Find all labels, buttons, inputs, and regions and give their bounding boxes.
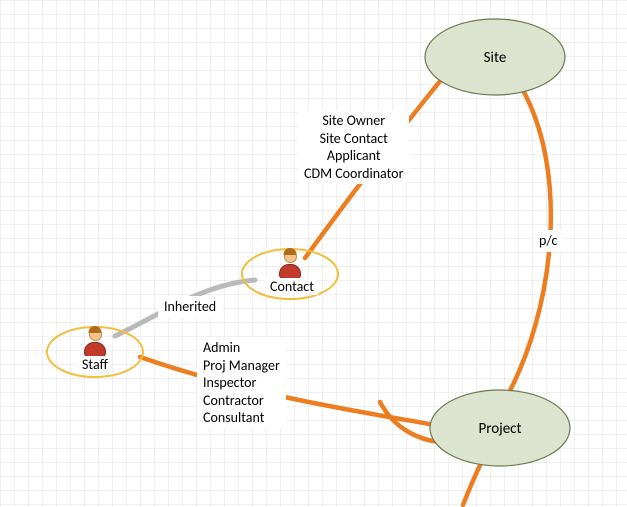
node-contact-label: Contact — [266, 278, 318, 295]
edge-project-down — [463, 455, 485, 505]
edge-staff-project-roles: Admin Proj Manager Inspector Contractor … — [197, 337, 286, 429]
edge-site-project-label: p/c — [533, 230, 563, 252]
person-icon — [279, 250, 301, 276]
role-text: Consultant — [203, 409, 280, 427]
role-text: Admin — [203, 339, 280, 357]
node-site-label: Site — [475, 49, 515, 67]
edge-contact-staff-label: Inherited — [158, 296, 222, 318]
edge-project-branch — [380, 402, 440, 442]
person-icon — [84, 328, 106, 354]
role-text: Proj Manager — [203, 357, 280, 375]
role-text: Contractor — [203, 392, 280, 410]
edge-site-contact-roles: Site Owner Site Contact Applicant CDM Co… — [298, 110, 409, 184]
node-project-label: Project — [472, 420, 528, 438]
role-text: Inspector — [203, 374, 280, 392]
role-text: CDM Coordinator — [304, 165, 403, 183]
diagram-canvas: Site Project Contact Staff Site Owner Si… — [0, 0, 627, 507]
diagram-svg — [0, 0, 627, 507]
edge-staff-project — [140, 357, 435, 425]
role-text: Site Contact — [304, 130, 403, 148]
role-text: Applicant — [304, 147, 403, 165]
role-text: Site Owner — [304, 112, 403, 130]
node-staff-label: Staff — [78, 356, 112, 373]
